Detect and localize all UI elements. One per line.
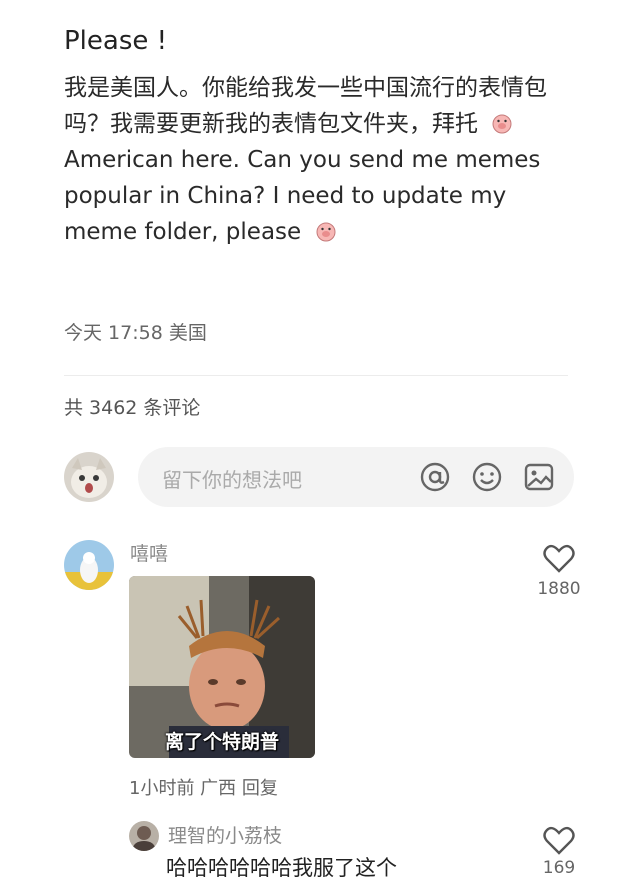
smiley-icon[interactable] [470,460,504,494]
comment-meta: 1小时前 广西 回复 [129,778,278,799]
heart-icon[interactable] [543,826,575,856]
comment-input-placeholder: 留下你的想法吧 [162,468,302,492]
commenter-name[interactable]: 嘻嘻 [130,539,168,566]
divider [64,375,568,376]
meme-image[interactable]: 离了个特朗普 [129,576,315,758]
post-title: Please ! [64,26,168,56]
like-count: 1880 [537,579,581,599]
reply-avatar[interactable] [129,821,159,851]
post-meta: 今天 17:58 美国 [64,322,207,344]
reply-text: 哈哈哈哈哈哈我服了这个 [166,856,397,880]
post-body-chinese: 我是美国人。你能给我发一些中国流行的表情包吗？我需要更新我的表情包文件夹，拜托 [64,75,547,137]
commenter-avatar[interactable] [64,540,114,590]
meme-caption: 离了个特朗普 [164,731,279,753]
post-body: 我是美国人。你能给我发一些中国流行的表情包吗？我需要更新我的表情包文件夹，拜托 … [64,70,584,250]
at-icon[interactable] [418,460,452,494]
current-user-avatar[interactable] [64,452,114,502]
heart-icon[interactable] [543,544,575,574]
reply-username[interactable]: 理智的小荔枝 [168,821,282,848]
pig-emoji-icon [316,222,335,242]
comment-input[interactable]: 留下你的想法吧 [138,447,574,507]
post-body-english: American here. Can you send me memes pop… [64,147,541,245]
comments-count: 共 3462 条评论 [64,397,201,419]
pig-emoji-icon [492,114,512,134]
image-icon[interactable] [522,460,556,494]
reply-like-count: 169 [542,858,576,878]
